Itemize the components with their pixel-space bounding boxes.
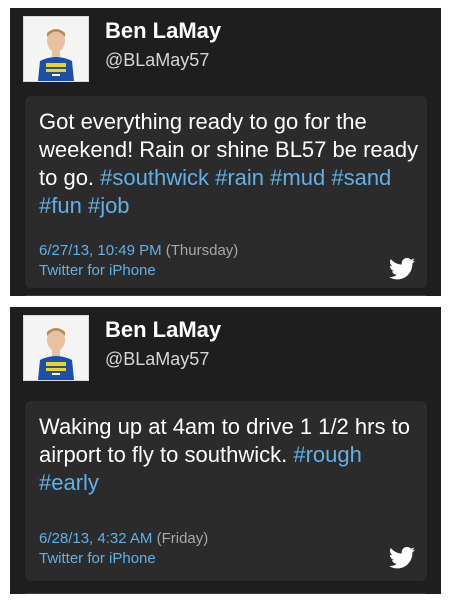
hashtag-link[interactable]: #mud [270,165,325,190]
tweet-source[interactable]: Twitter for iPhone [39,550,156,567]
tweet-timestamp: 6/28/13, 4:32 AM (Friday) [39,529,208,549]
divider [25,593,426,594]
tweet-card: Waking up at 4am to drive 1 1/2 hrs to a… [25,401,427,581]
avatar[interactable] [23,315,89,381]
tweet-source[interactable]: Twitter for iPhone [39,262,156,279]
tweet-panel: Ben LaMay @BLaMay57 Got everything ready… [10,8,441,296]
hashtag-link[interactable]: #sand [331,165,391,190]
tweet-timestamp: 6/27/13, 10:49 PM (Thursday) [39,241,238,261]
hashtag-link[interactable]: #rough [293,442,362,467]
hashtag-link[interactable]: #early [39,470,99,495]
hashtag-link[interactable]: #rain [215,165,264,190]
tweet-panel: Ben LaMay @BLaMay57 Waking up at 4am to … [10,307,441,594]
tweet-weekday: (Friday) [152,530,209,547]
user-name[interactable]: Ben LaMay [105,317,221,343]
tweet-text: Got everything ready to go for the weeke… [39,108,419,220]
twitter-bird-icon [389,547,415,569]
tweet-weekday: (Thursday) [161,242,239,259]
divider [25,295,426,296]
avatar[interactable] [23,16,89,82]
user-handle[interactable]: @BLaMay57 [105,349,209,370]
tweet-text: Waking up at 4am to drive 1 1/2 hrs to a… [39,413,419,497]
user-name[interactable]: Ben LaMay [105,18,221,44]
hashtag-link[interactable]: #fun [39,193,82,218]
hashtag-link[interactable]: #southwick [100,165,209,190]
tweet-date[interactable]: 6/27/13, 10:49 PM [39,242,162,259]
tweet-date[interactable]: 6/28/13, 4:32 AM [39,530,152,547]
tweet-card: Got everything ready to go for the weeke… [25,96,427,288]
hashtag-link[interactable]: #job [88,193,130,218]
user-handle[interactable]: @BLaMay57 [105,50,209,71]
twitter-bird-icon [389,258,415,280]
